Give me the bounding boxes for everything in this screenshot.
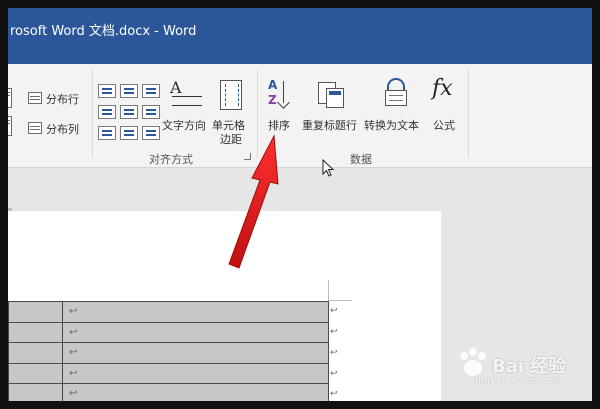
data-group-label: 数据 [350,153,372,166]
repeat-header-label: 重复标题行 [302,119,357,132]
table-cell[interactable] [8,383,63,401]
window-title: rosoft Word 文档.docx - Word [10,24,197,39]
sort-az-icon: AZ [268,78,294,112]
align-bottom-left-button[interactable] [98,126,116,140]
align-top-left-button[interactable] [98,84,116,98]
text-direction-icon: A [170,78,202,106]
table-cell[interactable]: ↩ [62,383,329,401]
ribbon-partial-control[interactable] [8,116,12,136]
align-top-center-button[interactable] [120,84,138,98]
text-direction-label: 文字方向 [162,119,206,132]
convert-to-text-label: 转换为文本 [364,119,419,132]
screenshot-frame: rosoft Word 文档.docx - Word 分布行 分布列 A 文字方… [8,8,592,401]
title-bar: rosoft Word 文档.docx - Word [8,8,592,64]
table-row: ↩ [8,383,329,401]
distribute-rows-button[interactable]: 分布行 [46,91,79,107]
group-separator [257,70,258,158]
sort-label: 排序 [268,119,290,132]
margin-marker [328,280,329,301]
table-cell[interactable] [8,362,63,384]
formula-label: 公式 [433,119,455,132]
group-separator [468,70,469,158]
align-middle-left-button[interactable] [98,105,116,119]
table-cell[interactable]: ↩ [62,301,329,323]
table-cell[interactable] [8,301,63,323]
align-bottom-right-button[interactable] [142,126,160,140]
table-cell[interactable] [8,321,63,343]
cell-margins-label-2: 边距 [220,133,242,146]
row-end-mark: ↩ [330,389,338,399]
ribbon-partial-control[interactable] [8,88,12,108]
cell-margins-icon [220,80,242,110]
distribute-rows-icon [28,92,42,104]
row-end-mark: ↩ [330,348,338,358]
mouse-cursor-icon [322,159,335,177]
table-row: ↩ [8,301,329,323]
alignment-dialog-launcher-icon[interactable] [244,153,251,160]
group-separator [92,70,93,158]
convert-to-text-icon [381,78,411,108]
align-middle-center-button[interactable] [120,105,138,119]
formula-fx-icon: fx [432,76,453,101]
row-end-mark: ↩ [330,306,338,316]
row-end-mark: ↩ [330,369,338,379]
margin-marker [328,300,352,301]
table-row: ↩ [8,362,329,384]
distribute-cols-icon [28,122,42,134]
paw-logo-icon [460,348,486,376]
table-cell[interactable]: ↩ [62,342,329,364]
align-top-right-button[interactable] [142,84,160,98]
table-row: ↩ [8,342,329,364]
watermark-text: Bai 经验 [492,356,567,377]
align-middle-right-button[interactable] [142,105,160,119]
document-table[interactable]: ↩ ↩ ↩ ↩ ↩ [8,301,329,401]
table-cell[interactable]: ↩ [62,362,329,384]
table-row: ↩ [8,321,329,343]
repeat-header-icon [318,80,346,108]
align-bottom-center-button[interactable] [120,126,138,140]
alignment-group-label: 对齐方式 [149,153,193,166]
distribute-cols-button[interactable]: 分布列 [46,121,79,137]
baidu-watermark: Bai 经验 jingyan.baidu.com [454,346,588,392]
watermark-url: jingyan.baidu.com [472,376,563,385]
table-cell[interactable]: ↩ [62,321,329,343]
ribbon: 分布行 分布列 A 文字方向 单元格 边距 对齐方式 AZ 排序 重复标题行 转… [8,64,592,168]
table-cell[interactable] [8,342,63,364]
row-end-mark: ↩ [330,327,338,337]
